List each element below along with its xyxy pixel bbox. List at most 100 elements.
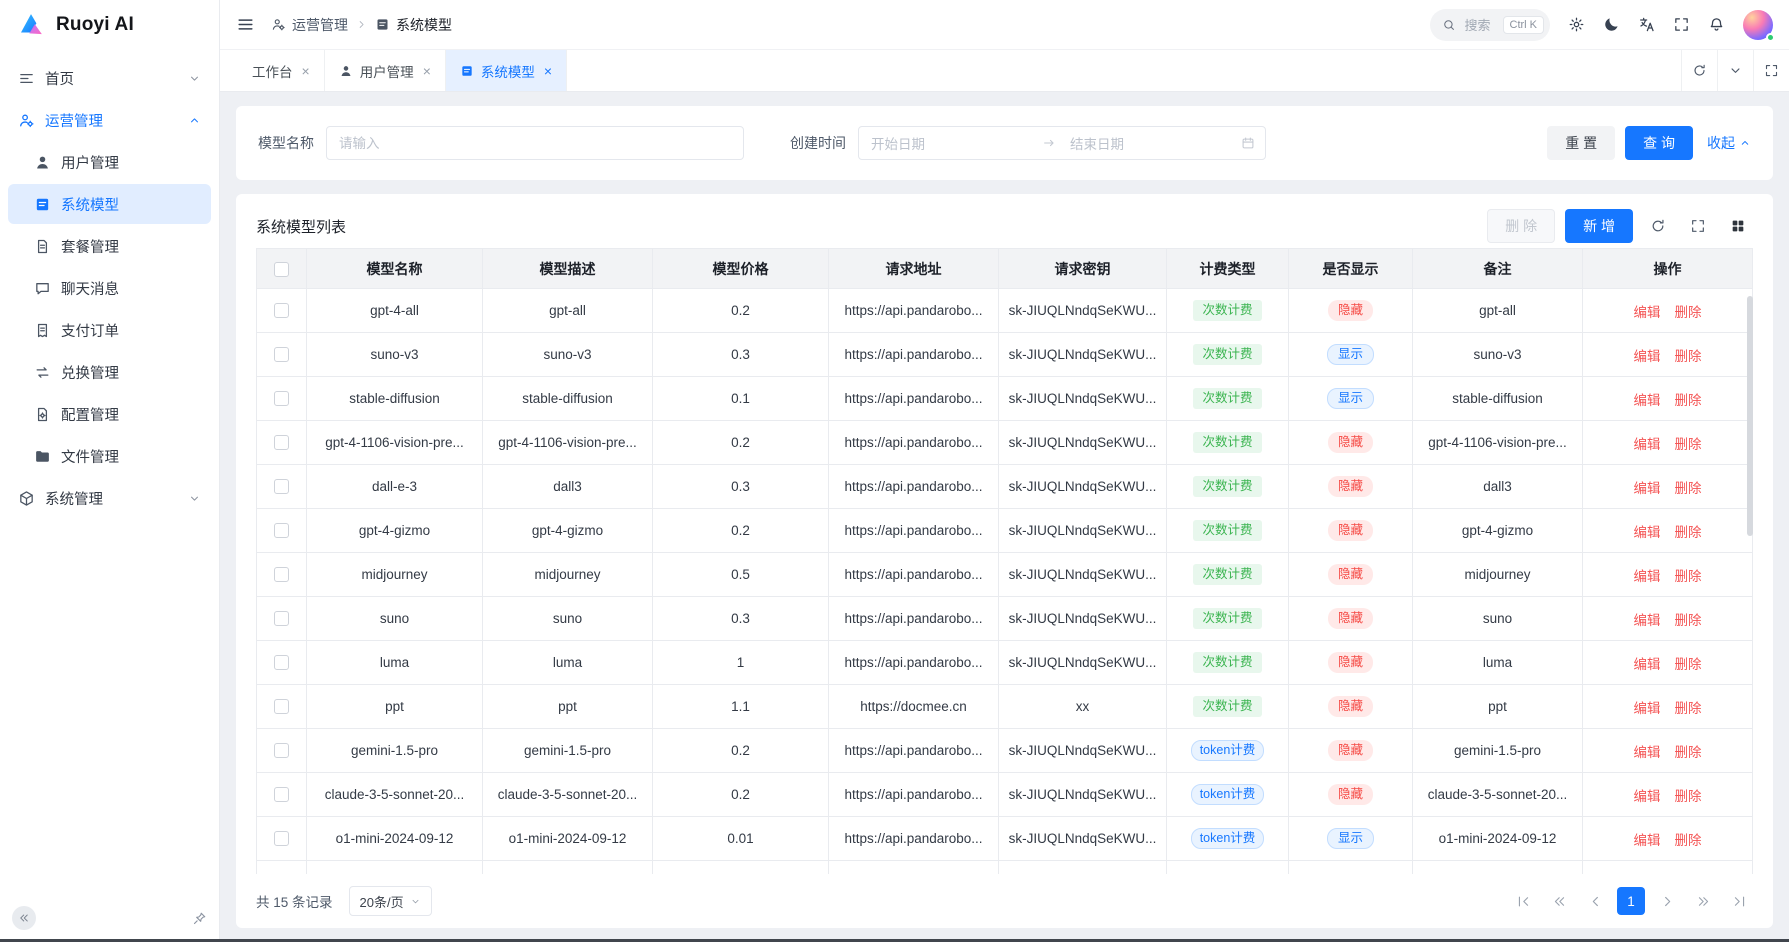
row-checkbox[interactable] <box>274 787 289 802</box>
sidebar-item-exchange-mgmt[interactable]: 兑换管理 <box>8 352 211 392</box>
sidebar-item-home[interactable]: 首页 <box>8 58 211 98</box>
create-time-range-picker[interactable]: 开始日期 结束日期 <box>858 126 1266 160</box>
batch-delete-button[interactable]: 删 除 <box>1487 209 1555 243</box>
refresh-table-button[interactable] <box>1643 211 1673 241</box>
billing-type-badge: 次数计费 <box>1193 432 1261 453</box>
sidebar-item-system[interactable]: 系统管理 <box>8 478 211 518</box>
tab-system-model[interactable]: 系统模型× <box>446 50 567 91</box>
row-checkbox[interactable] <box>274 523 289 538</box>
select-all-checkbox[interactable] <box>274 262 289 277</box>
delete-button[interactable]: 删除 <box>1675 525 1702 540</box>
pin-sidebar-icon[interactable] <box>192 911 207 926</box>
delete-button[interactable]: 删除 <box>1675 789 1702 804</box>
sidebar-item-chat-messages[interactable]: 聊天消息 <box>8 268 211 308</box>
notifications-icon[interactable] <box>1708 16 1725 33</box>
row-checkbox[interactable] <box>274 303 289 318</box>
app-logo[interactable]: Ruoyi AI <box>0 0 219 50</box>
query-button[interactable]: 查 询 <box>1625 126 1693 160</box>
edit-button[interactable]: 编辑 <box>1634 481 1661 496</box>
edit-button[interactable]: 编辑 <box>1634 437 1661 452</box>
sidebar-item-user-mgmt[interactable]: 用户管理 <box>8 142 211 182</box>
model-name-input[interactable] <box>326 126 744 160</box>
next-5-pages-button[interactable] <box>1689 887 1717 915</box>
edit-button[interactable]: 编辑 <box>1634 657 1661 672</box>
collapse-filter-link[interactable]: 收起 <box>1707 133 1751 153</box>
create-time-label: 创建时间 <box>790 133 846 153</box>
close-icon[interactable]: × <box>302 64 310 78</box>
edit-button[interactable]: 编辑 <box>1634 745 1661 760</box>
row-checkbox[interactable] <box>274 611 289 626</box>
delete-button[interactable]: 删除 <box>1675 569 1702 584</box>
edit-button[interactable]: 编辑 <box>1634 833 1661 848</box>
close-icon[interactable]: × <box>544 64 552 78</box>
sidebar-item-payment-orders[interactable]: 支付订单 <box>8 310 211 350</box>
content-fullscreen-button[interactable] <box>1753 50 1789 91</box>
row-checkbox[interactable] <box>274 479 289 494</box>
edit-button[interactable]: 编辑 <box>1634 789 1661 804</box>
edit-button[interactable]: 编辑 <box>1634 393 1661 408</box>
next-page-button[interactable] <box>1653 887 1681 915</box>
tab-user-mgmt[interactable]: 用户管理× <box>325 50 446 91</box>
row-checkbox[interactable] <box>274 831 289 846</box>
row-checkbox[interactable] <box>274 347 289 362</box>
sidebar-item-file-mgmt[interactable]: 文件管理 <box>8 436 211 476</box>
table-fullscreen-button[interactable] <box>1683 211 1713 241</box>
row-checkbox[interactable] <box>274 743 289 758</box>
row-checkbox[interactable] <box>274 435 289 450</box>
dark-mode-icon[interactable] <box>1603 16 1620 33</box>
tab-menu-button[interactable] <box>1717 50 1753 91</box>
cell-billing-type: token计费 <box>1167 817 1289 861</box>
cell-model-desc: ppt <box>483 685 653 729</box>
edit-button[interactable]: 编辑 <box>1634 525 1661 540</box>
delete-button[interactable]: 删除 <box>1675 657 1702 672</box>
edit-button[interactable]: 编辑 <box>1634 305 1661 320</box>
add-button[interactable]: 新 增 <box>1565 209 1633 243</box>
cell-request-url: https://api.pandarobo... <box>829 553 999 597</box>
sidebar-item-package-mgmt[interactable]: 套餐管理 <box>8 226 211 266</box>
column-settings-button[interactable] <box>1723 211 1753 241</box>
scrollbar-thumb[interactable] <box>1747 296 1753 536</box>
row-checkbox[interactable] <box>274 567 289 582</box>
prev-5-pages-button[interactable] <box>1545 887 1573 915</box>
row-checkbox[interactable] <box>274 655 289 670</box>
settings-icon[interactable] <box>1568 16 1585 33</box>
tab-workbench[interactable]: 工作台× <box>238 50 325 91</box>
menu-toggle-icon[interactable] <box>236 15 255 34</box>
close-icon[interactable]: × <box>423 64 431 78</box>
delete-button[interactable]: 删除 <box>1675 701 1702 716</box>
delete-button[interactable]: 删除 <box>1675 437 1702 452</box>
delete-button[interactable]: 删除 <box>1675 349 1702 364</box>
delete-button[interactable]: 删除 <box>1675 481 1702 496</box>
edit-button[interactable]: 编辑 <box>1634 701 1661 716</box>
delete-button[interactable]: 删除 <box>1675 745 1702 760</box>
row-checkbox[interactable] <box>274 391 289 406</box>
page-size-select[interactable]: 20条/页 <box>349 886 432 916</box>
first-page-button[interactable] <box>1509 887 1537 915</box>
delete-button[interactable]: 删除 <box>1675 833 1702 848</box>
edit-button[interactable]: 编辑 <box>1634 349 1661 364</box>
billing-type-badge: 次数计费 <box>1193 476 1261 497</box>
delete-button[interactable]: 删除 <box>1675 305 1702 320</box>
user-avatar[interactable] <box>1743 10 1773 40</box>
prev-page-button[interactable] <box>1581 887 1609 915</box>
breadcrumb-operations[interactable]: 运营管理 <box>271 15 348 35</box>
sidebar-item-system-model[interactable]: 系统模型 <box>8 184 211 224</box>
table-scrollbar[interactable] <box>1747 292 1753 874</box>
sidebar-item-operations[interactable]: 运营管理 <box>8 100 211 140</box>
language-icon[interactable] <box>1638 16 1655 33</box>
refresh-page-button[interactable] <box>1681 50 1717 91</box>
edit-button[interactable]: 编辑 <box>1634 613 1661 628</box>
global-search[interactable]: 搜索 Ctrl K <box>1430 9 1550 41</box>
page-1-button[interactable]: 1 <box>1617 887 1645 915</box>
breadcrumb-system-model[interactable]: 系统模型 <box>375 15 452 35</box>
reset-button[interactable]: 重 置 <box>1547 126 1615 160</box>
collapse-sidebar-button[interactable] <box>12 906 36 930</box>
sidebar-item-config-mgmt[interactable]: 配置管理 <box>8 394 211 434</box>
chevron-left-icon <box>1588 894 1603 909</box>
row-checkbox[interactable] <box>274 699 289 714</box>
edit-button[interactable]: 编辑 <box>1634 569 1661 584</box>
delete-button[interactable]: 删除 <box>1675 393 1702 408</box>
last-page-button[interactable] <box>1725 887 1753 915</box>
delete-button[interactable]: 删除 <box>1675 613 1702 628</box>
fullscreen-icon[interactable] <box>1673 16 1690 33</box>
